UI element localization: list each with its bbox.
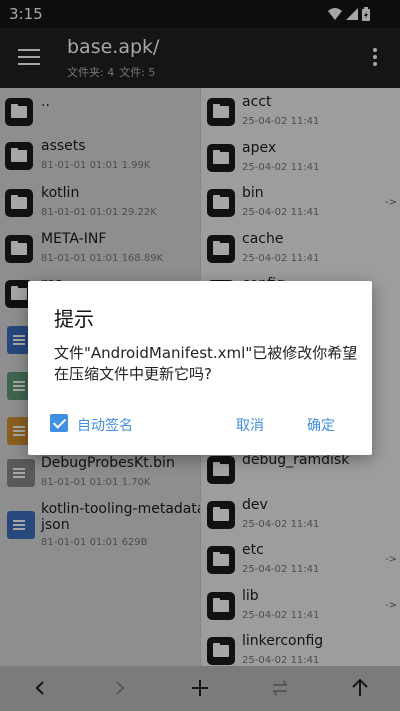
confirm-button[interactable]: 确定: [307, 415, 335, 435]
dialog-message: 文件"AndroidManifest.xml"已被修改你希望在压缩文件中更新它吗…: [54, 344, 358, 383]
auto-sign-label[interactable]: 自动签名: [77, 415, 133, 435]
update-archive-dialog: 提示 文件"AndroidManifest.xml"已被修改你希望在压缩文件中更…: [28, 281, 372, 455]
auto-sign-checkbox[interactable]: [50, 414, 68, 432]
dialog-title: 提示: [54, 307, 94, 331]
cancel-button[interactable]: 取消: [236, 415, 264, 435]
